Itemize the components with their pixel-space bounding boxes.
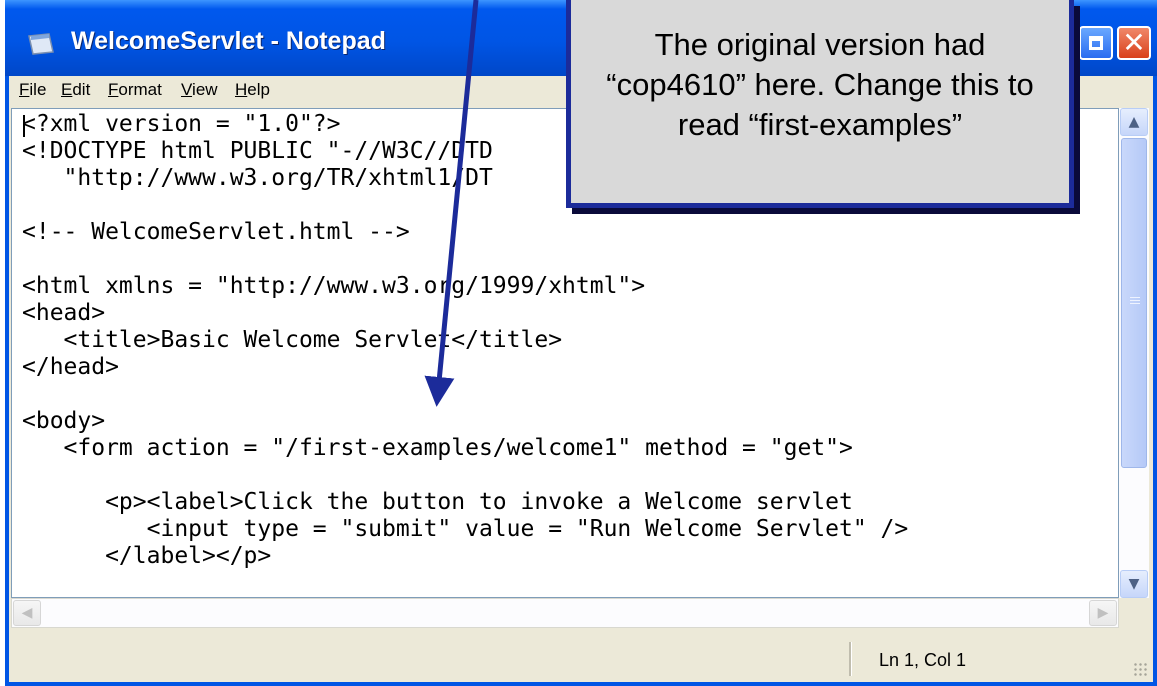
maximize-icon bbox=[1089, 36, 1103, 50]
horizontal-scrollbar[interactable]: ◀ ▶ bbox=[11, 598, 1119, 628]
chevron-left-icon: ◀ bbox=[21, 605, 33, 621]
chevron-up-icon: ▲ bbox=[1128, 114, 1140, 130]
maximize-button[interactable] bbox=[1079, 26, 1113, 60]
code-line: <!DOCTYPE html PUBLIC "-//W3C//DTD bbox=[22, 138, 493, 164]
code-line: "http://www.w3.org/TR/xhtml1/DT bbox=[22, 165, 493, 191]
code-line: <!-- WelcomeServlet.html --> bbox=[22, 219, 410, 245]
code-line: <form action = "/first-examples/welcome1… bbox=[22, 435, 853, 461]
chevron-right-icon: ▶ bbox=[1097, 605, 1109, 621]
text-caret bbox=[23, 115, 25, 137]
code-line: <html xmlns = "http://www.w3.org/1999/xh… bbox=[22, 273, 646, 299]
callout-text: The original version had “cop4610” here.… bbox=[606, 27, 1034, 142]
vertical-scroll-thumb[interactable] bbox=[1121, 138, 1147, 468]
grip-icon bbox=[1130, 297, 1140, 298]
close-button[interactable]: ✕ bbox=[1117, 26, 1151, 60]
code-line: <?xml version = "1.0"?> bbox=[22, 111, 341, 137]
menu-view[interactable]: View bbox=[181, 80, 218, 100]
vertical-scrollbar[interactable]: ▲ ▼ bbox=[1119, 108, 1149, 598]
cursor-position: Ln 1, Col 1 bbox=[879, 650, 967, 670]
status-divider bbox=[849, 642, 852, 676]
chevron-down-icon: ▼ bbox=[1128, 576, 1140, 592]
code-line: <title>Basic Welcome Servlet</title> bbox=[22, 327, 563, 353]
window-title: WelcomeServlet - Notepad bbox=[71, 27, 386, 55]
code-line: <p><label>Click the button to invoke a W… bbox=[22, 489, 853, 515]
menu-file[interactable]: File bbox=[19, 80, 46, 100]
scroll-down-button[interactable]: ▼ bbox=[1120, 570, 1148, 598]
code-line: <input type = "submit" value = "Run Welc… bbox=[22, 516, 909, 542]
status-bar: Ln 1, Col 1 bbox=[5, 636, 1157, 686]
code-line: <body> bbox=[22, 408, 106, 434]
scroll-up-button[interactable]: ▲ bbox=[1120, 108, 1148, 136]
notepad-app-icon bbox=[28, 33, 54, 55]
scroll-left-button[interactable]: ◀ bbox=[13, 600, 41, 626]
annotation-callout: The original version had “cop4610” here.… bbox=[566, 0, 1074, 208]
menu-format[interactable]: Format bbox=[108, 80, 162, 100]
resize-grip-icon[interactable] bbox=[1133, 662, 1147, 676]
menu-edit[interactable]: Edit bbox=[61, 80, 90, 100]
close-icon: ✕ bbox=[1122, 26, 1146, 59]
menu-help[interactable]: Help bbox=[235, 80, 270, 100]
code-line: </label></p> bbox=[22, 543, 272, 569]
code-line: <head> bbox=[22, 300, 106, 326]
code-line: </head> bbox=[22, 354, 119, 380]
scroll-right-button[interactable]: ▶ bbox=[1089, 600, 1117, 626]
scrollbar-corner bbox=[1119, 598, 1149, 628]
